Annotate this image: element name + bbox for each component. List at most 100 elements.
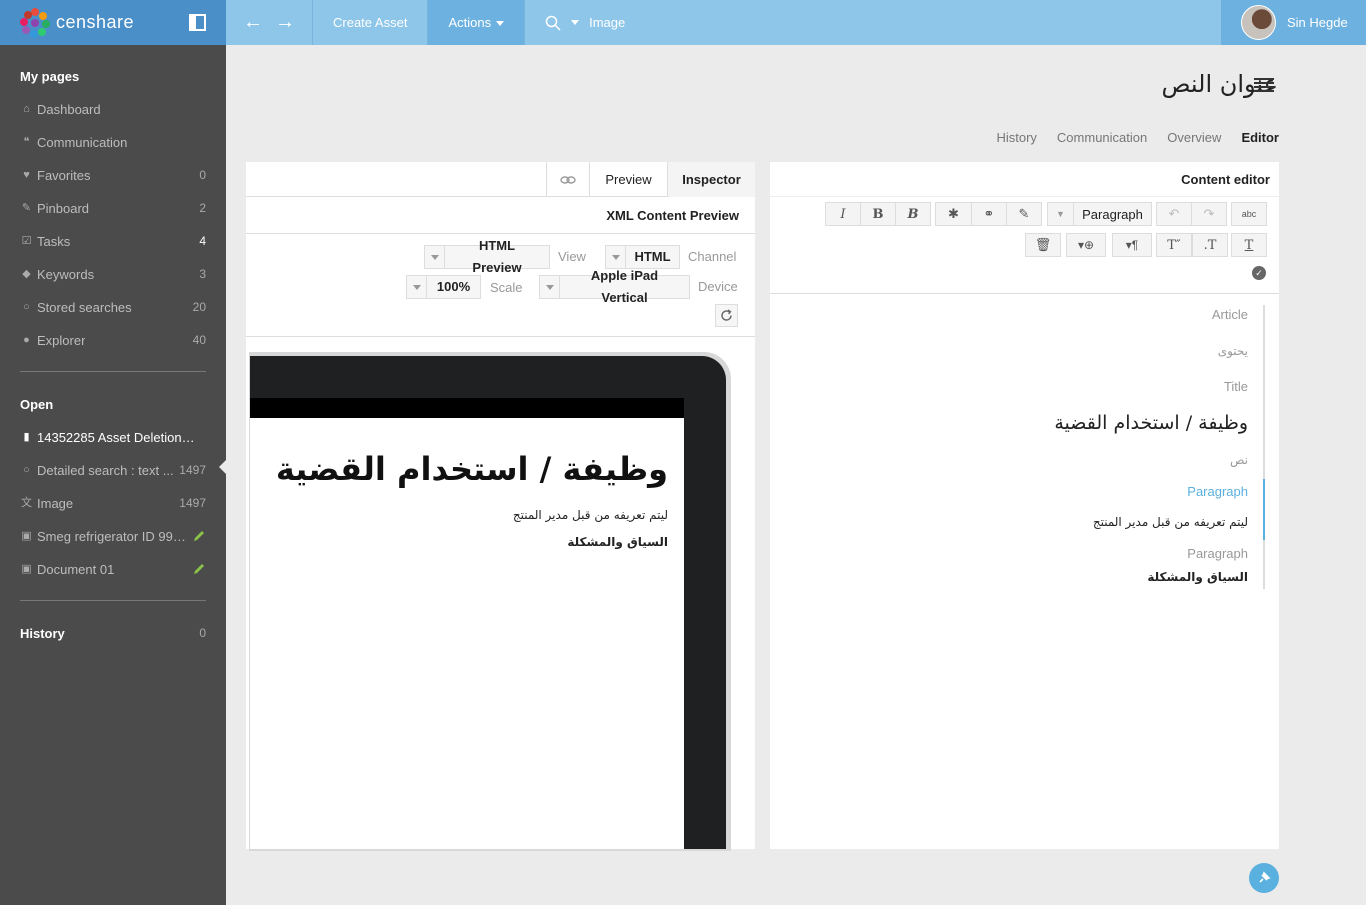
format-toolbar-group: I B B [825, 202, 931, 226]
structure-title-label[interactable]: Title [1224, 379, 1248, 394]
trash-icon: 🗑 [1034, 237, 1052, 252]
search-scope-chevron-icon[interactable] [571, 20, 580, 25]
insert-element-button[interactable]: ▾⊕ [1066, 233, 1106, 257]
active-item-pointer [219, 460, 226, 474]
scale-value: 100% [436, 279, 471, 294]
superscript-button[interactable]: T″ [1156, 233, 1192, 257]
structure-paragraph-text[interactable]: السياق والمشكلة [1147, 570, 1248, 584]
chevron-down-icon [496, 21, 505, 27]
underline-button[interactable]: T [1231, 233, 1267, 257]
sidebar-history[interactable]: History 0 [0, 617, 226, 650]
open-item-label: Image [37, 496, 74, 511]
sidebar-item-keywords[interactable]: ◆ Keywords 3 [0, 258, 226, 291]
tab-inspector[interactable]: Inspector [667, 162, 755, 197]
pin-icon [1259, 871, 1271, 883]
sidebar-item-dashboard[interactable]: ⌂ Dashboard [0, 93, 226, 126]
search-icon [545, 15, 561, 31]
sidebar-toggle-icon[interactable] [189, 14, 206, 31]
open-item-image[interactable]: 文 Image 1497 [0, 487, 226, 520]
structure-title-text[interactable]: وظيفة / استخدام القضية [1054, 412, 1248, 434]
superscript-icon: T″ [1167, 237, 1181, 253]
forward-arrow-icon[interactable]: → [275, 11, 295, 34]
open-item-document-01[interactable]: ▣ Document 01 [0, 553, 226, 586]
edit-pencil-icon[interactable] [192, 562, 206, 576]
open-item-label: Document 01 [37, 562, 115, 577]
sidebar-item-tasks[interactable]: ☑ Tasks 4 [0, 225, 226, 258]
translate-icon: 文 [21, 497, 32, 509]
subscript-button[interactable]: .T [1192, 233, 1228, 257]
structure-paragraph-label[interactable]: Paragraph [1187, 546, 1248, 561]
communication-icon: ❝ [23, 136, 30, 148]
preview-panel-tabs: Preview Inspector [246, 162, 755, 197]
sidebar-item-count: 3 [199, 267, 206, 281]
structure-article-label[interactable]: Article [1212, 307, 1248, 322]
search-input[interactable]: Image [589, 15, 625, 30]
structure-content-label[interactable]: يحتوى [1218, 344, 1248, 358]
user-menu[interactable]: Sin Hegde [1221, 0, 1366, 45]
sidebar-item-favorites[interactable]: ♥ Favorites 0 [0, 159, 226, 192]
sidebar-item-label: Pinboard [37, 201, 90, 216]
actions-menu-button[interactable]: Actions [428, 0, 526, 45]
sidebar-item-stored-searches[interactable]: ○ Stored searches 20 [0, 291, 226, 324]
refresh-button[interactable] [715, 304, 738, 327]
tab-editor[interactable]: Editor [1241, 130, 1279, 145]
structure-line [1263, 305, 1265, 589]
search-icon: ○ [23, 464, 30, 476]
spellcheck-button[interactable]: abc [1231, 202, 1267, 226]
insert-paragraph-button[interactable]: ▾¶ [1112, 233, 1152, 257]
tab-communication[interactable]: Communication [1057, 130, 1147, 145]
spellcheck-icon: abc [1241, 209, 1257, 219]
redo-icon[interactable]: ↷ [1192, 203, 1226, 225]
content-editor-title: Content editor [770, 162, 1279, 197]
sidebar-item-count: 40 [192, 333, 206, 347]
link-button[interactable]: ⚭ [972, 203, 1007, 225]
structure-paragraph-text[interactable]: ليتم تعريفه من قبل مدير المنتج [1093, 515, 1248, 529]
undo-redo-group: ↶ ↷ [1156, 202, 1227, 226]
validate-check-icon[interactable]: ✓ [1252, 266, 1266, 280]
view-select[interactable]: HTML Preview [424, 238, 550, 275]
pin-floating-button[interactable] [1249, 863, 1279, 893]
device-label: Device [698, 279, 738, 294]
delete-button[interactable]: 🗑 [1025, 233, 1061, 257]
sidebar-item-label: Communication [37, 135, 128, 150]
scale-select[interactable]: 100% [406, 275, 481, 299]
pin-button[interactable]: ✎ [1007, 203, 1041, 225]
sidebar-item-count: 2 [199, 201, 206, 215]
tab-overview[interactable]: Overview [1167, 130, 1221, 145]
structure-line-active [1263, 479, 1265, 540]
channel-label: Channel [688, 249, 737, 264]
device-select[interactable]: Apple iPad Vertical [539, 268, 690, 305]
special-char-button[interactable]: ✱ [936, 203, 972, 225]
chevron-down-icon [407, 276, 427, 298]
topbar: ← → Create Asset Actions Image Sin Hegde [226, 0, 1366, 45]
tab-preview[interactable]: Preview [589, 162, 667, 197]
back-arrow-icon[interactable]: ← [243, 11, 263, 34]
open-item-count: 1497 [179, 463, 206, 477]
sidebar-item-communication[interactable]: ❝ Communication [0, 126, 226, 159]
open-item-count: 1497 [179, 496, 206, 510]
brand-name: censhare [56, 12, 135, 32]
open-item-smeg-refrigerator[interactable]: ▣ Smeg refrigerator ID 998... [0, 520, 226, 553]
undo-icon[interactable]: ↶ [1157, 203, 1192, 225]
create-asset-button[interactable]: Create Asset [313, 0, 429, 45]
italic-button[interactable]: I [826, 203, 861, 225]
sidebar-item-explorer[interactable]: ● Explorer 40 [0, 324, 226, 357]
sidebar-item-label: Stored searches [37, 300, 132, 315]
sidebar-item-label: Explorer [37, 333, 86, 348]
bold-button[interactable]: B [861, 203, 896, 225]
my-pages-title: My pages [20, 69, 80, 84]
sidebar-item-pinboard[interactable]: ✎ Pinboard 2 [0, 192, 226, 225]
structure-paragraph-label[interactable]: Paragraph [1187, 484, 1248, 499]
bold-italic-button[interactable]: B [896, 203, 930, 225]
edit-pencil-icon[interactable] [192, 529, 206, 543]
open-item-asset-deletion[interactable]: ▮ 14352285 Asset Deletion R... [0, 421, 226, 454]
link-tab[interactable] [546, 162, 589, 197]
structure-text-label[interactable]: نص [1230, 453, 1248, 467]
search-field[interactable]: Image [545, 15, 625, 31]
paragraph-style-select[interactable]: ▼ Paragraph [1047, 202, 1152, 226]
view-label: View [558, 249, 586, 264]
open-item-detailed-search[interactable]: ○ Detailed search : text ... 1497 [0, 454, 226, 487]
censhare-logo-icon[interactable] [20, 7, 50, 38]
tab-history[interactable]: History [996, 130, 1036, 145]
ipad-device-frame: وظيفة / استخدام القضية ليتم تعريفه من قب… [250, 356, 726, 849]
